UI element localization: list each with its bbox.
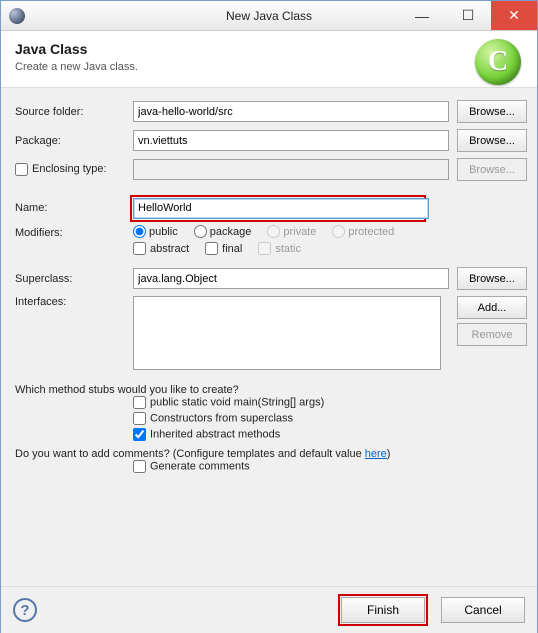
package-label: Package: <box>15 135 133 147</box>
package-input[interactable] <box>133 130 449 151</box>
browse-source-button[interactable]: Browse... <box>457 100 527 123</box>
stub-inherited[interactable]: Inherited abstract methods <box>133 428 280 441</box>
class-icon: C <box>475 39 521 85</box>
enclosing-type-checkbox-label[interactable]: Enclosing type: <box>15 163 107 175</box>
browse-enclosing-button: Browse... <box>457 158 527 181</box>
comments-question: Do you want to add comments? (Configure … <box>15 448 527 460</box>
stubs-question: Which method stubs would you like to cre… <box>15 384 527 396</box>
source-folder-input[interactable] <box>133 101 449 122</box>
superclass-input[interactable] <box>133 268 449 289</box>
interfaces-label: Interfaces: <box>15 296 133 308</box>
modifier-public[interactable]: public <box>133 225 178 238</box>
source-folder-label: Source folder: <box>15 106 133 118</box>
interfaces-list[interactable] <box>133 296 441 370</box>
name-label: Name: <box>15 202 133 214</box>
dialog-footer: ? Finish Cancel <box>1 586 537 633</box>
eclipse-icon <box>9 8 25 24</box>
modifier-private: private <box>267 225 316 238</box>
maximize-button[interactable]: ☐ <box>445 1 491 30</box>
modifier-abstract[interactable]: abstract <box>133 242 189 255</box>
superclass-label: Superclass: <box>15 273 133 285</box>
name-highlight <box>130 195 426 222</box>
name-input[interactable] <box>133 198 429 219</box>
enclosing-type-checkbox[interactable] <box>15 163 28 176</box>
dialog-header: Java Class Create a new Java class. C <box>1 31 537 88</box>
modifier-final[interactable]: final <box>205 242 242 255</box>
cancel-button[interactable]: Cancel <box>441 597 525 623</box>
browse-package-button[interactable]: Browse... <box>457 129 527 152</box>
generate-comments[interactable]: Generate comments <box>133 460 250 473</box>
help-button[interactable]: ? <box>13 598 37 622</box>
title-bar: New Java Class — ☐ ✕ <box>1 1 537 31</box>
modifier-protected: protected <box>332 225 394 238</box>
browse-superclass-button[interactable]: Browse... <box>457 267 527 290</box>
modifier-static: static <box>258 242 301 255</box>
configure-templates-link[interactable]: here <box>365 448 387 460</box>
header-subtitle: Create a new Java class. <box>15 61 523 73</box>
modifier-package[interactable]: package <box>194 225 252 238</box>
stub-main[interactable]: public static void main(String[] args) <box>133 396 324 409</box>
remove-interface-button: Remove <box>457 323 527 346</box>
finish-button[interactable]: Finish <box>341 597 425 623</box>
minimize-button[interactable]: — <box>399 1 445 30</box>
header-title: Java Class <box>15 41 523 57</box>
add-interface-button[interactable]: Add... <box>457 296 527 319</box>
close-button[interactable]: ✕ <box>491 1 537 30</box>
enclosing-type-input <box>133 159 449 180</box>
modifiers-label: Modifiers: <box>15 225 133 239</box>
stub-constructors[interactable]: Constructors from superclass <box>133 412 293 425</box>
